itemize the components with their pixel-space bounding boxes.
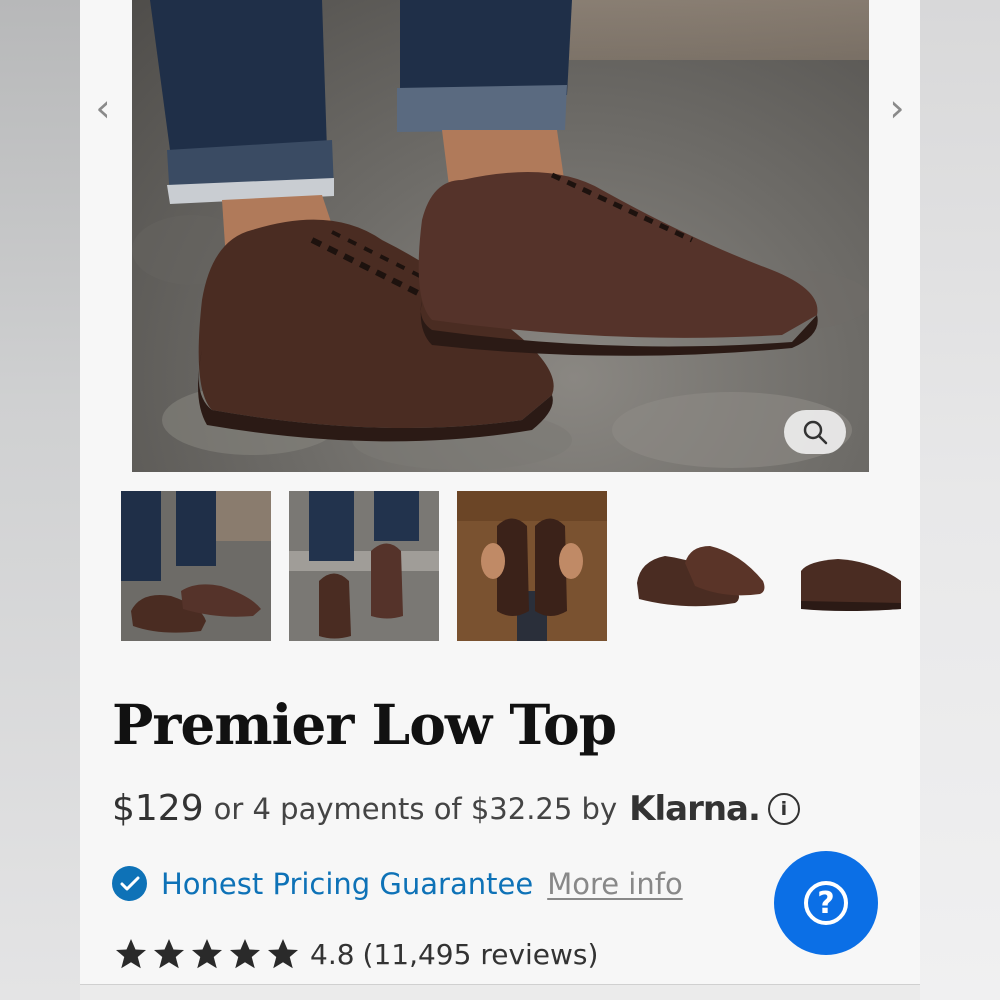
price-row: $129 or 4 payments of $32.25 by Klarna. … — [112, 788, 800, 829]
help-button[interactable]: ? — [774, 851, 878, 955]
star-icon — [116, 939, 146, 969]
review-count: (11,495 reviews) — [362, 937, 599, 971]
thumbnail-strip — [121, 491, 901, 641]
product-price: $129 — [112, 788, 204, 829]
main-product-image[interactable] — [132, 0, 869, 472]
thumb-cobblestone-side[interactable] — [121, 491, 271, 641]
zoom-button[interactable] — [784, 410, 846, 454]
rating-value: 4.8 — [310, 937, 355, 971]
background-left — [0, 0, 80, 1000]
product-title: Premier Low Top — [112, 692, 617, 757]
background-right — [920, 0, 1000, 1000]
honest-pricing-label: Honest Pricing Guarantee — [161, 866, 534, 901]
checkmark-badge-icon — [112, 866, 147, 901]
star-rating — [112, 936, 302, 972]
sneaker-photo — [132, 0, 869, 470]
star-icon — [154, 939, 184, 969]
star-icon — [268, 939, 298, 969]
guarantee-row: Honest Pricing Guarantee More info — [112, 866, 683, 901]
star-icon — [192, 939, 222, 969]
star-icon — [230, 939, 260, 969]
thumb-held-pair[interactable] — [457, 491, 607, 641]
installments-text: or 4 payments of $32.25 by — [213, 791, 618, 826]
more-info-link[interactable]: More info — [547, 867, 683, 901]
question-mark-icon: ? — [804, 881, 848, 925]
previous-image-arrow[interactable]: ‹ — [88, 88, 118, 128]
rating-row[interactable]: 4.8 (11,495 reviews) — [112, 936, 598, 972]
thumb-stairs-front[interactable] — [289, 491, 439, 641]
thumb-side-studio[interactable] — [793, 491, 901, 641]
bottom-divider — [80, 984, 920, 1000]
next-image-arrow[interactable]: › — [882, 88, 912, 128]
info-icon[interactable]: i — [767, 792, 800, 825]
product-page: ‹ › Premier Low Top $129 or 4 payments o… — [80, 0, 920, 1000]
thumb-pair-studio[interactable] — [625, 491, 775, 641]
zoom-icon — [803, 420, 828, 445]
klarna-logo: Klarna. — [629, 788, 761, 829]
